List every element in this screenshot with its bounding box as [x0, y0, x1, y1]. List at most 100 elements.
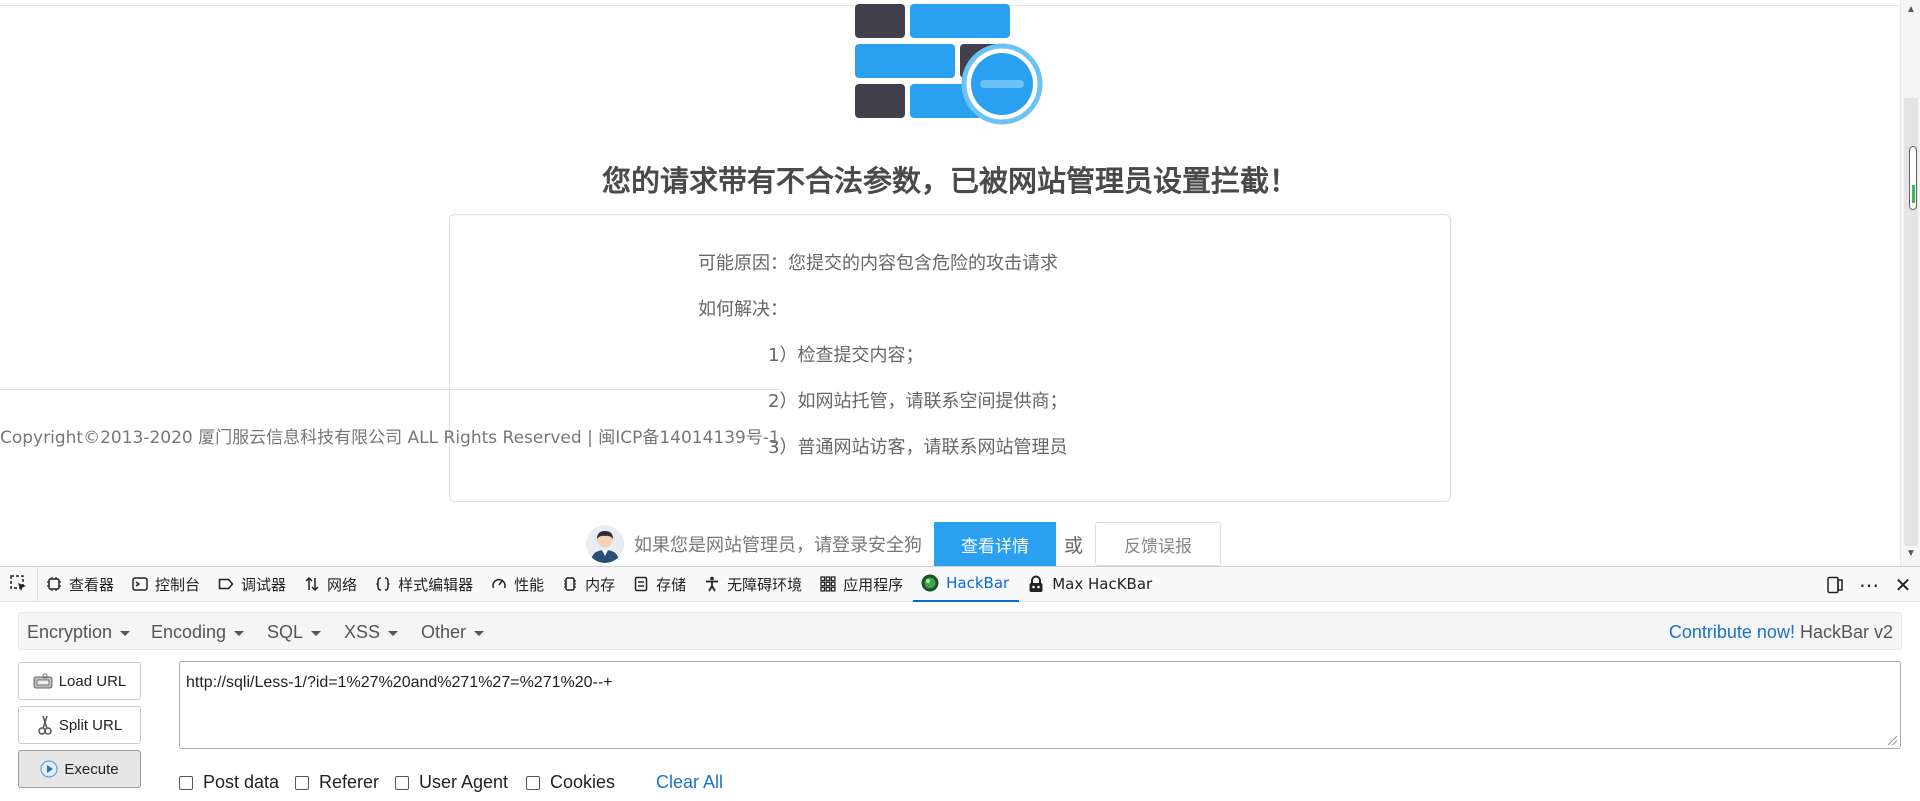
menu-xss[interactable]: XSS [344, 613, 399, 651]
button-label: Load URL [58, 672, 127, 690]
scissors-icon [38, 715, 52, 735]
menu-label: Other [421, 622, 467, 642]
tab-label: 内存 [585, 575, 616, 594]
blocked-page: 您的请求带有不合法参数，已被网站管理员设置拦截！ 可能原因：您提交的内容包含危险… [0, 0, 1900, 566]
solve-step: 1）检查提交内容； [768, 345, 924, 366]
post-data-checkbox[interactable]: Post data [179, 772, 279, 793]
braces-icon [376, 577, 390, 591]
tab-storage[interactable]: 存储 [625, 566, 696, 602]
tab-label: HackBar [946, 574, 1010, 592]
firewall-block-icon [855, 4, 1043, 125]
tab-accessibility[interactable]: 无障碍环境 [696, 566, 812, 602]
tab-label: 存储 [656, 575, 687, 594]
tab-hackbar[interactable]: HackBar [913, 566, 1020, 602]
accessibility-icon [706, 576, 719, 592]
gauge-icon [492, 578, 506, 589]
caret-down-icon [474, 630, 485, 636]
solve-step: 3）普通网站访客，请联系网站管理员 [768, 437, 1068, 458]
page-scrollbar[interactable]: ▲ ▼ [1900, 0, 1920, 566]
menu-other[interactable]: Other [421, 613, 485, 651]
tab-label: Max HacKBar [1052, 575, 1153, 593]
tab-max-hackbar[interactable]: Max HacKBar [1019, 566, 1162, 602]
play-icon [40, 760, 58, 778]
checkbox-label: Post data [203, 772, 280, 792]
tab-application[interactable]: 应用程序 [812, 566, 913, 602]
report-false-positive-button[interactable]: 反馈误报 [1095, 522, 1222, 566]
menu-label: XSS [344, 622, 381, 642]
cookies-checkbox[interactable]: Cookies [526, 772, 615, 793]
tab-network[interactable]: 网络 [296, 566, 367, 602]
tab-label: 调试器 [241, 575, 287, 594]
tab-label: 无障碍环境 [727, 575, 803, 594]
tab-debugger[interactable]: 调试器 [210, 566, 296, 602]
tab-label: 网络 [327, 575, 358, 594]
how-to-solve: 如何解决： [698, 299, 788, 320]
view-details-button[interactable]: 查看详情 [934, 522, 1056, 566]
url-textarea[interactable]: http://sqli/Less-1/?id=1%27%20and%271%27… [179, 661, 1901, 749]
contribute-link[interactable]: Contribute now! [1669, 622, 1795, 642]
element-picker-icon[interactable] [0, 566, 38, 602]
solve-step: 2）如网站托管，请联系空间提供商； [768, 391, 1068, 412]
tab-label: 查看器 [69, 575, 115, 594]
more-options-icon[interactable]: ⋯ [1852, 567, 1886, 603]
tab-console[interactable]: 控制台 [124, 566, 210, 602]
scroll-up-icon[interactable]: ▲ [1906, 4, 1916, 15]
hackbar-panel: Encryption Encoding SQL XSS Other Contri… [0, 602, 1920, 801]
resize-handle[interactable] [1888, 736, 1897, 745]
possible-reason: 可能原因：您提交的内容包含危险的攻击请求 [698, 253, 1058, 274]
split-url-button[interactable]: Split URL [18, 706, 141, 744]
tab-style-editor[interactable]: 样式编辑器 [367, 566, 483, 602]
scroll-down-icon[interactable]: ▼ [1906, 548, 1916, 559]
tab-memory[interactable]: 内存 [554, 566, 625, 602]
tab-inspector[interactable]: 查看器 [38, 566, 124, 602]
devtools-controls: ⋯ ✕ [1818, 567, 1920, 603]
menu-sql[interactable]: SQL [267, 613, 322, 651]
caret-down-icon [311, 630, 322, 636]
menu-label: Encryption [27, 622, 113, 642]
menu-label: SQL [267, 622, 304, 642]
contribute-area: Contribute now! HackBar v2 [1669, 613, 1893, 651]
devtools-toolbar: 查看器 控制台 调试器 网络 样式编辑器 性能 内存 存储 无障碍环境 应用程序… [0, 566, 1920, 602]
checkbox-box[interactable] [526, 775, 540, 790]
tab-performance[interactable]: 性能 [483, 566, 554, 602]
caret-down-icon [120, 630, 131, 636]
max-hackbar-icon [1029, 575, 1043, 592]
block-title: 您的请求带有不合法参数，已被网站管理员设置拦截！ [601, 164, 1298, 198]
hackbar-version: HackBar v2 [1794, 622, 1893, 642]
storage-icon [634, 576, 648, 592]
user-agent-checkbox[interactable]: User Agent [395, 772, 508, 793]
hackbar-menu: Encryption Encoding SQL XSS Other Contri… [18, 612, 1902, 650]
hackbar-icon [921, 574, 939, 592]
footer-divider [0, 389, 780, 390]
tab-label: 样式编辑器 [398, 575, 474, 594]
tab-label: 应用程序 [843, 575, 904, 594]
url-text: http://sqli/Less-1/?id=1%27%20and%271%27… [186, 674, 613, 691]
checkbox-label: Cookies [550, 772, 616, 792]
menu-encoding[interactable]: Encoding [151, 613, 245, 651]
checkbox-box[interactable] [395, 775, 409, 790]
referer-checkbox[interactable]: Referer [295, 772, 379, 793]
copyright-text: Copyright©2013-2020 厦门服云信息科技有限公司 ALL Rig… [0, 428, 780, 448]
or-text: 或 [1064, 534, 1084, 557]
clear-all-link[interactable]: Clear All [656, 772, 723, 793]
checkbox-label: Referer [319, 772, 380, 792]
console-icon [132, 577, 148, 591]
tab-label: 控制台 [155, 575, 201, 594]
grid-icon [820, 576, 836, 592]
button-label: Split URL [58, 716, 123, 734]
admin-login-row: 如果您是网站管理员，请登录安全狗 查看详情 或 反馈误报 [586, 520, 1222, 566]
memory-icon [564, 577, 577, 591]
scrollbar-thumb[interactable] [1909, 146, 1917, 210]
checkbox-box[interactable] [295, 775, 309, 790]
load-url-button[interactable]: Load URL [18, 662, 141, 700]
admin-prompt: 如果您是网站管理员，请登录安全狗 [634, 535, 922, 556]
network-icon [305, 576, 319, 592]
caret-down-icon [234, 630, 245, 636]
close-icon[interactable]: ✕ [1886, 567, 1920, 603]
checkbox-box[interactable] [179, 775, 193, 790]
inspector-icon [47, 577, 61, 591]
execute-button[interactable]: Execute [18, 750, 141, 788]
menu-encryption[interactable]: Encryption [27, 613, 131, 651]
dock-layout-icon[interactable] [1818, 567, 1852, 603]
load-url-icon [33, 673, 53, 689]
